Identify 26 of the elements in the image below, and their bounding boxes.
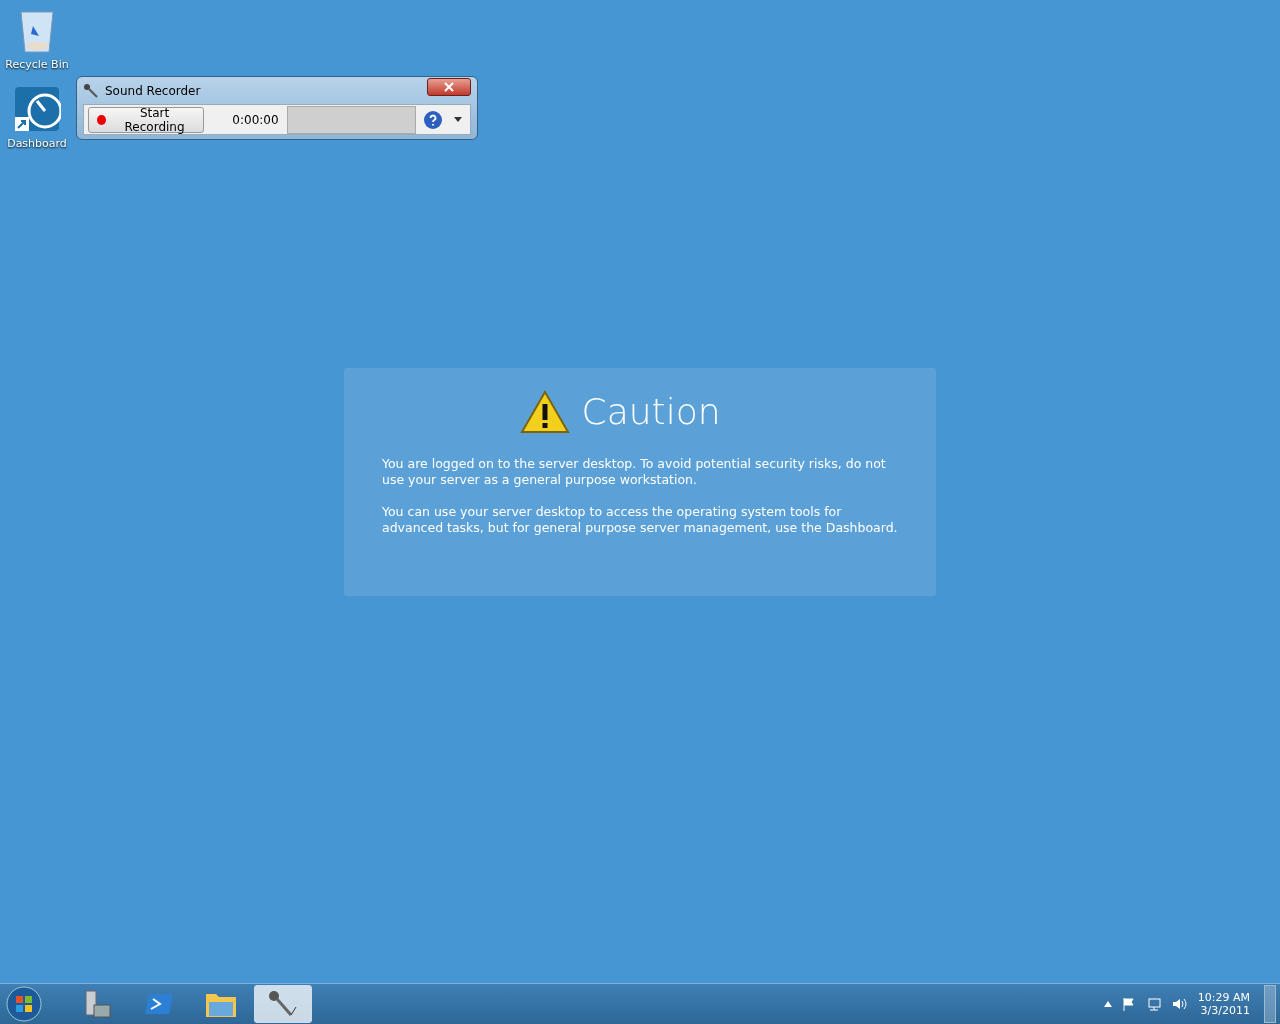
server-toolbox-icon xyxy=(82,989,112,1019)
gauge-shortcut-icon xyxy=(13,85,61,133)
caution-heading: Caution xyxy=(581,391,721,432)
desktop-icon-label: Dashboard xyxy=(7,137,67,150)
start-orb-icon xyxy=(6,986,42,1022)
terminal-prompt-icon xyxy=(145,992,173,1016)
start-recording-button[interactable]: Start Recording xyxy=(88,106,205,133)
caution-paragraph: You can use your server desktop to access the operating system tools for advanced tasks, but for general purpose server management, use the Dashboard. xyxy=(382,503,898,536)
show-hidden-icons-icon xyxy=(1103,1001,1112,1007)
record-dot-icon xyxy=(97,114,106,125)
elapsed-time: 0:00:00 xyxy=(232,112,279,127)
warning-icon xyxy=(519,389,570,434)
microphone-icon xyxy=(83,82,99,99)
network-icon xyxy=(1145,997,1162,1011)
window-title: Sound Recorder xyxy=(105,83,202,98)
close-button[interactable] xyxy=(427,77,471,96)
taskbar-button[interactable] xyxy=(254,985,312,1023)
desktop-icon-label: Recycle Bin xyxy=(5,58,69,71)
caret-icon xyxy=(454,117,462,123)
help-button[interactable] xyxy=(424,110,442,129)
flag-icon xyxy=(1121,997,1136,1011)
close-icon xyxy=(444,81,454,92)
speaker-icon xyxy=(1171,997,1188,1011)
start-button[interactable] xyxy=(4,986,44,1022)
caution-paragraph: You are logged on to the server desktop. To avoid potential security risks, do not use your server as a general purpose workstation. xyxy=(382,455,887,488)
clock[interactable]: 10:29 AM 3/3/2011 xyxy=(1197,991,1250,1017)
